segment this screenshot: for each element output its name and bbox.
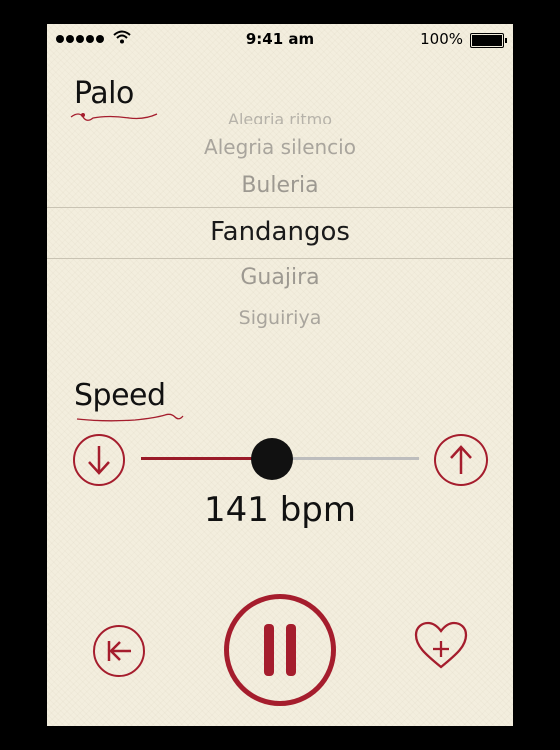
speed-up-button[interactable] (434, 434, 488, 486)
pause-button[interactable] (224, 594, 336, 706)
arrow-down-icon (88, 446, 110, 475)
speed-down-button[interactable] (73, 434, 125, 486)
palo-heading: Palo (74, 76, 134, 111)
restart-icon (107, 641, 131, 661)
speed-swash-ornament (76, 413, 184, 422)
battery-icon (470, 33, 507, 48)
speed-heading: Speed (74, 378, 166, 413)
pause-icon (264, 624, 296, 676)
picker-option[interactable]: Buleria (47, 173, 513, 198)
app-screen: 9:41 am 100% Palo Alegria ritmo Alegria … (47, 24, 513, 726)
slider-track-empty (271, 457, 419, 460)
restart-button[interactable] (93, 625, 145, 677)
status-bar: 9:41 am 100% (47, 24, 513, 54)
picker-option[interactable]: Guajira (47, 265, 513, 290)
picker-option[interactable]: Alegria ritmo (47, 110, 513, 124)
picker-selection-line-top (47, 207, 513, 208)
picker-option[interactable]: Alegria silencio (47, 135, 513, 159)
arrow-up-icon (450, 445, 472, 474)
picker-option-selected[interactable]: Fandangos (47, 217, 513, 247)
bpm-readout: 141 bpm (204, 490, 356, 530)
picker-option[interactable]: Siguiriya (47, 307, 513, 329)
slider-thumb[interactable] (251, 438, 293, 480)
heart-plus-icon[interactable] (413, 620, 469, 672)
battery-percent: 100% (420, 30, 463, 48)
picker-selection-line-bottom (47, 258, 513, 259)
